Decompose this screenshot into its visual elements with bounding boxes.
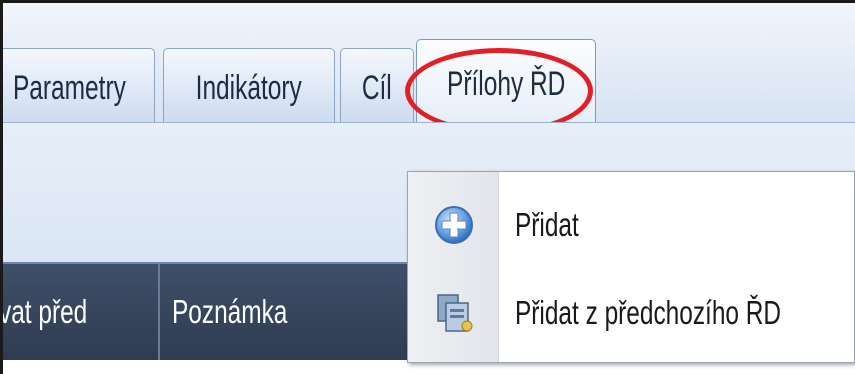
window-border-top [0, 0, 855, 3]
plus-circle-icon [435, 206, 473, 244]
tab-cil[interactable]: Cíl [340, 48, 414, 127]
column-header-vat-pred[interactable]: vat před [0, 264, 159, 360]
menu-item-label: Přidat [515, 206, 579, 243]
column-header-label: Poznámka [172, 293, 288, 330]
tab-label: Indikátory [195, 68, 303, 107]
tab-prilohy-rd[interactable]: Přílohy ŘD [416, 39, 596, 129]
copy-document-icon [437, 294, 473, 332]
tab-label: Cíl [362, 68, 392, 107]
menu-item-pridat-z-predchoziho[interactable]: Přidat z předchozího ŘD [408, 268, 854, 358]
tab-label: Přílohy ŘD [446, 65, 566, 103]
tab-indikatory[interactable]: Indikátory [163, 48, 335, 127]
tab-parametry[interactable]: Parametry [0, 48, 155, 127]
menu-item-pridat[interactable]: Přidat [408, 180, 854, 270]
tab-label: Parametry [13, 68, 127, 107]
column-header-label: vat před [0, 293, 88, 330]
tab-strip: Parametry Indikátory Cíl Přílohy ŘD [0, 3, 855, 129]
window-border-left [0, 0, 3, 374]
menu-item-label: Přidat z předchozího ŘD [515, 294, 782, 331]
application-window: Parametry Indikátory Cíl Přílohy ŘD vat … [0, 0, 855, 374]
context-menu: Přidat Přidat z předchozího ŘD [407, 171, 855, 363]
